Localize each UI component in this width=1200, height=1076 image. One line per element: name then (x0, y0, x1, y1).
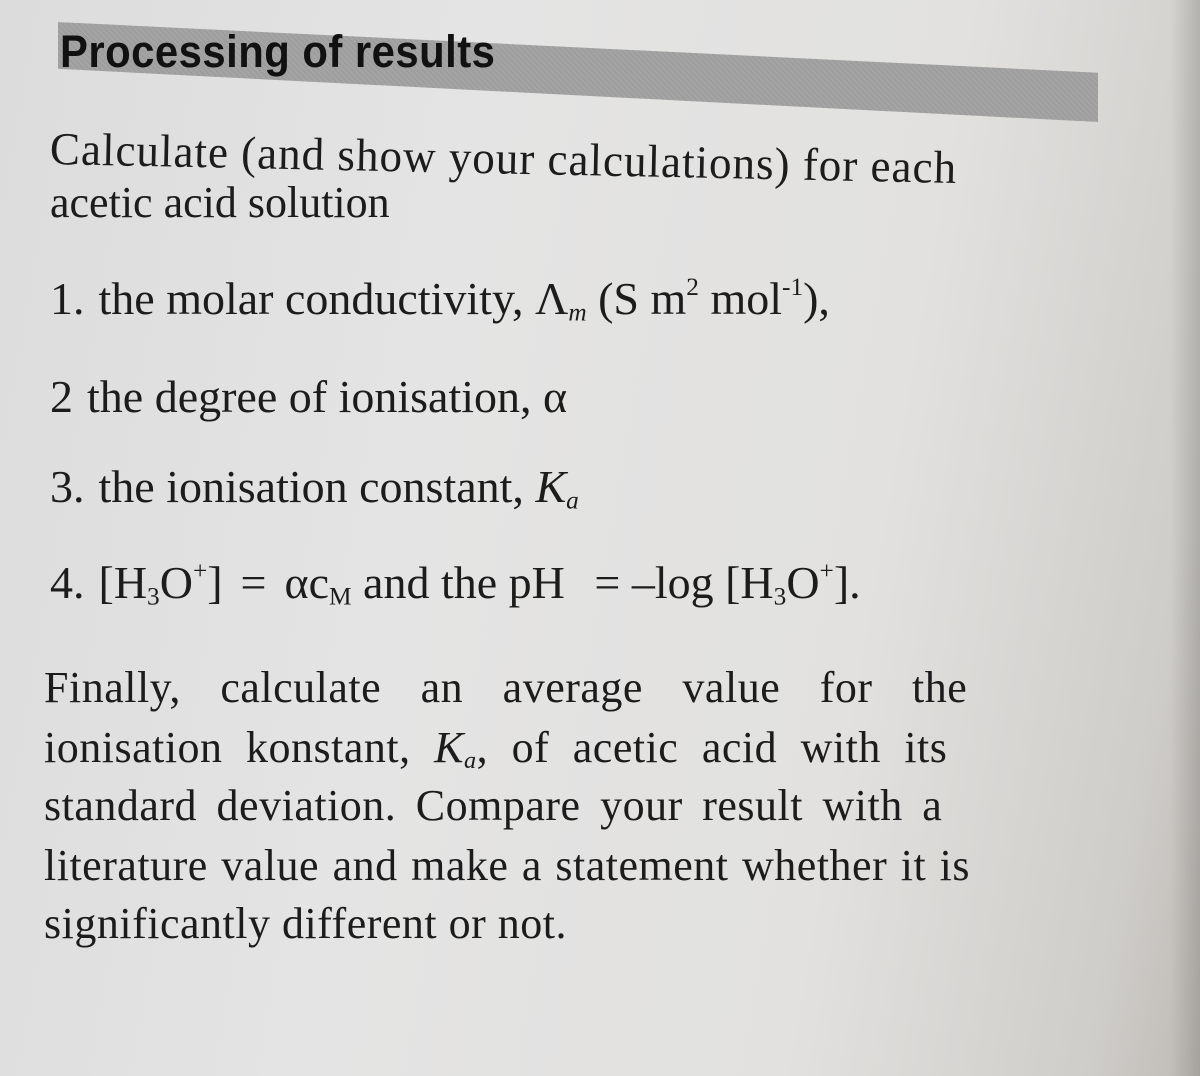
conclusion-line-2: ionisation konstant, Ka, of acetic acid … (44, 722, 1124, 773)
oxygen-2: O (786, 557, 820, 608)
intro-line-2: acetic acid solution (50, 178, 390, 227)
conclusion-text-b: , of acetic acid with its (476, 723, 948, 772)
plus-charge-2: + (819, 557, 834, 586)
conclusion-line-4: literature value and make a statement wh… (44, 841, 971, 890)
lambda-symbol: Λ (534, 273, 569, 324)
alpha-c: αc (284, 557, 330, 608)
middle-text: and the pH (351, 557, 577, 608)
bracket-close: ] (207, 557, 223, 608)
bracket-open: [H (98, 557, 148, 608)
conclusion-text-a: ionisation konstant, (44, 723, 435, 772)
item-number: 1. (50, 273, 85, 324)
item-text: the degree of ionisation, (87, 371, 544, 422)
item-number: 3. (50, 461, 85, 512)
h-subscript: 3 (147, 582, 160, 611)
c-subscript: M (329, 582, 352, 611)
plus-charge: + (192, 557, 208, 586)
item-text: the molar conductivity, (98, 273, 535, 324)
list-item-ionisation-constant: 3. the ionisation constant, Ka (50, 460, 579, 513)
symbol-subscript: a (566, 486, 579, 515)
h-subscript-2: 3 (773, 582, 787, 611)
item-text: the ionisation constant, (98, 461, 536, 512)
conclusion-line-5: significantly different or not. (44, 899, 568, 948)
list-item-molar-conductivity: 1. the molar conductivity, Λm (S m2 mol-1… (50, 272, 830, 325)
conclusion-line-1: Finally, calculate an average value for … (44, 663, 968, 712)
item-number: 4. (50, 557, 85, 608)
conclusion-line-3: standard deviation. Compare your result … (44, 781, 943, 830)
unit-sup-1: 2 (686, 273, 699, 302)
ka-subscript: a (464, 747, 477, 775)
item-number: 2 (50, 371, 73, 422)
ka-symbol: K (535, 461, 567, 512)
list-item-ph-equation: 4. [H3O+] = αcM and the pH = –log [H3O+]. (50, 556, 861, 609)
oxygen: O (159, 557, 193, 608)
unit-open: (S m (586, 273, 687, 324)
page-edge-shadow (1170, 0, 1200, 1076)
symbol-subscript: m (568, 298, 587, 327)
alpha-symbol: α (543, 371, 568, 422)
equals-sign-2: = (594, 557, 621, 608)
end-text: ]. (833, 557, 861, 608)
unit-sup-2: -1 (782, 273, 804, 302)
equals-sign: = (240, 557, 267, 608)
section-heading: Processing of results (60, 26, 496, 77)
neglog: –log [H (620, 557, 774, 608)
unit-mid: mol (698, 273, 783, 324)
unit-close: ), (803, 273, 830, 324)
list-item-degree-of-ionisation: 2 the degree of ionisation, α (50, 370, 567, 423)
ka-symbol: K (434, 723, 465, 772)
